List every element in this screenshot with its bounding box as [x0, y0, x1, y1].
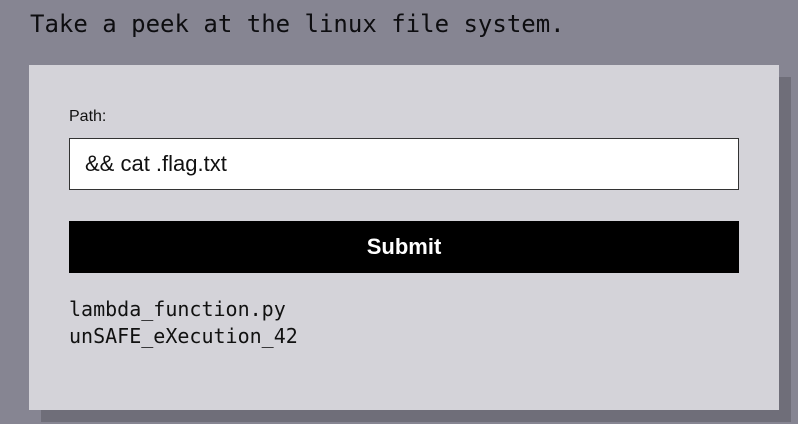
command-output: lambda_function.py unSAFE_eXecution_42: [69, 296, 298, 350]
output-line: unSAFE_eXecution_42: [69, 324, 298, 348]
submit-button[interactable]: Submit: [69, 221, 739, 273]
file-browser-card: Path: Submit lambda_function.py unSAFE_e…: [29, 65, 779, 410]
path-label: Path:: [69, 108, 107, 125]
page: Take a peek at the linux file system. Pa…: [0, 0, 798, 424]
page-heading: Take a peek at the linux file system.: [30, 10, 565, 38]
output-line: lambda_function.py: [69, 297, 286, 321]
path-input[interactable]: [69, 138, 739, 190]
